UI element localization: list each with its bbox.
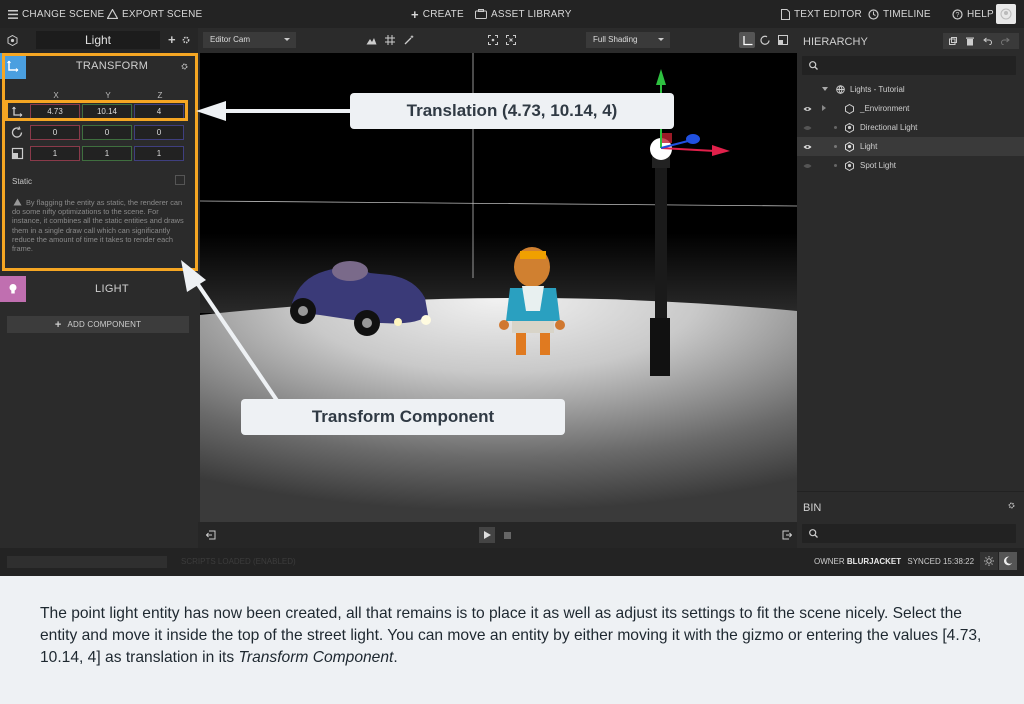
translation-callout: Translation (4.73, 10.14, 4) <box>350 93 674 129</box>
transform-arrow <box>193 278 280 404</box>
transform-callout: Transform Component <box>241 399 565 435</box>
tutorial-caption: The point light entity has now been crea… <box>40 605 982 666</box>
arrowhead-icon <box>196 101 226 121</box>
